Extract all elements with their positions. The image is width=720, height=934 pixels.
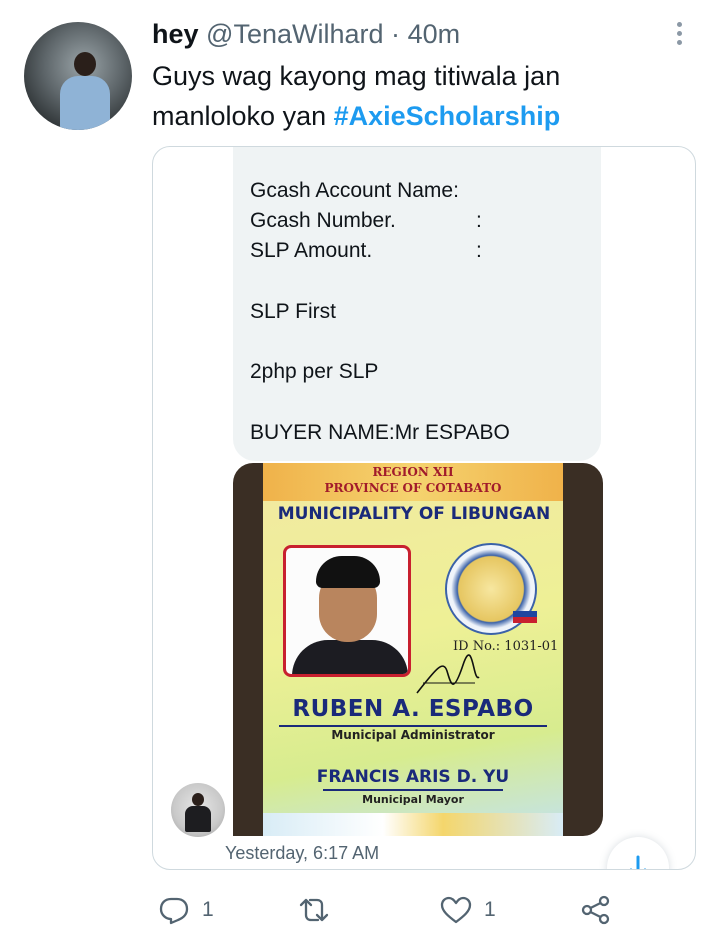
profile-avatar[interactable] (24, 22, 132, 130)
sender-avatar-body (185, 806, 211, 832)
avatar-figure-head (74, 52, 96, 76)
reply-button[interactable]: 1 (158, 894, 228, 926)
message-line-rate: 2php per SLP (250, 360, 379, 383)
id-province: PROVINCE OF COTABATO (324, 481, 502, 495)
id-card: REGION XII PROVINCE OF COTABATO MUNICIPA… (263, 463, 563, 836)
message-line-account-name: Gcash Account Name: (250, 179, 459, 202)
like-icon (440, 896, 472, 924)
tweet-text-line-2-prefix: manloloko yan (152, 101, 334, 131)
id-name-rule (279, 725, 547, 727)
message-timestamp: Yesterday, 6:17 AM (225, 843, 380, 863)
like-count: 1 (484, 898, 496, 921)
message-colon: : (476, 209, 482, 232)
tweet-text-line-1: Guys wag kayong mag titiwala jan (152, 61, 561, 91)
user-handle[interactable]: @TenaWilhard (206, 19, 383, 49)
flag-icon (513, 611, 537, 623)
id-holder-title: Municipal Administrator (331, 728, 495, 742)
avatar-figure-body (60, 76, 110, 130)
portrait-hair (316, 556, 380, 588)
scroll-down-button[interactable] (607, 837, 669, 869)
retweet-icon (299, 898, 329, 922)
tweet-header: hey @TenaWilhard · 40m (152, 16, 460, 52)
portrait-body (292, 640, 408, 674)
sender-avatar (171, 783, 225, 837)
sender-avatar-head (192, 793, 204, 806)
like-button[interactable]: 1 (440, 894, 510, 926)
share-button[interactable] (580, 894, 612, 926)
id-region: REGION XII (372, 465, 454, 479)
retweet-button[interactable] (298, 894, 338, 926)
id-municipality: MUNICIPALITY OF LIBUNGAN (277, 504, 551, 524)
message-line-amount: SLP Amount. (250, 239, 373, 262)
share-icon (581, 895, 610, 925)
id-mayor-title: Municipal Mayor (362, 793, 464, 806)
message-line-slp-first: SLP First (250, 300, 336, 323)
chat-message-bubble: Gcash Account Name: Gcash Number. : SLP … (233, 147, 601, 461)
tweet-text: Guys wag kayong mag titiwala jan manlolo… (152, 56, 692, 136)
header-separator: · (391, 19, 401, 49)
tweet-media-card[interactable]: Gcash Account Name: Gcash Number. : SLP … (152, 146, 696, 870)
id-number: ID No.: 1031-01 (453, 639, 559, 654)
id-bottom-band (263, 813, 563, 836)
tweet-time[interactable]: 40m (408, 19, 461, 49)
reply-count: 1 (202, 898, 214, 921)
id-holder-name: RUBEN A. ESPABO (292, 696, 534, 722)
tweet-text-line-2: manloloko yan #AxieScholarship (152, 96, 692, 136)
id-mayor-rule (323, 789, 503, 791)
tweet-actions: 1 1 (0, 886, 720, 934)
message-line-buyer: BUYER NAME:Mr ESPABO (250, 421, 510, 444)
id-mayor-name: FRANCIS ARIS D. YU (316, 767, 510, 787)
message-line-number: Gcash Number. (250, 209, 396, 232)
id-portrait (283, 545, 411, 677)
display-name[interactable]: hey (152, 19, 199, 49)
hashtag-link[interactable]: #AxieScholarship (334, 101, 561, 131)
arrow-down-icon (629, 855, 647, 869)
message-colon: : (476, 239, 482, 262)
id-card-photo: REGION XII PROVINCE OF COTABATO MUNICIPA… (233, 463, 603, 836)
more-vertical-icon[interactable] (666, 20, 694, 48)
reply-icon (159, 897, 189, 925)
